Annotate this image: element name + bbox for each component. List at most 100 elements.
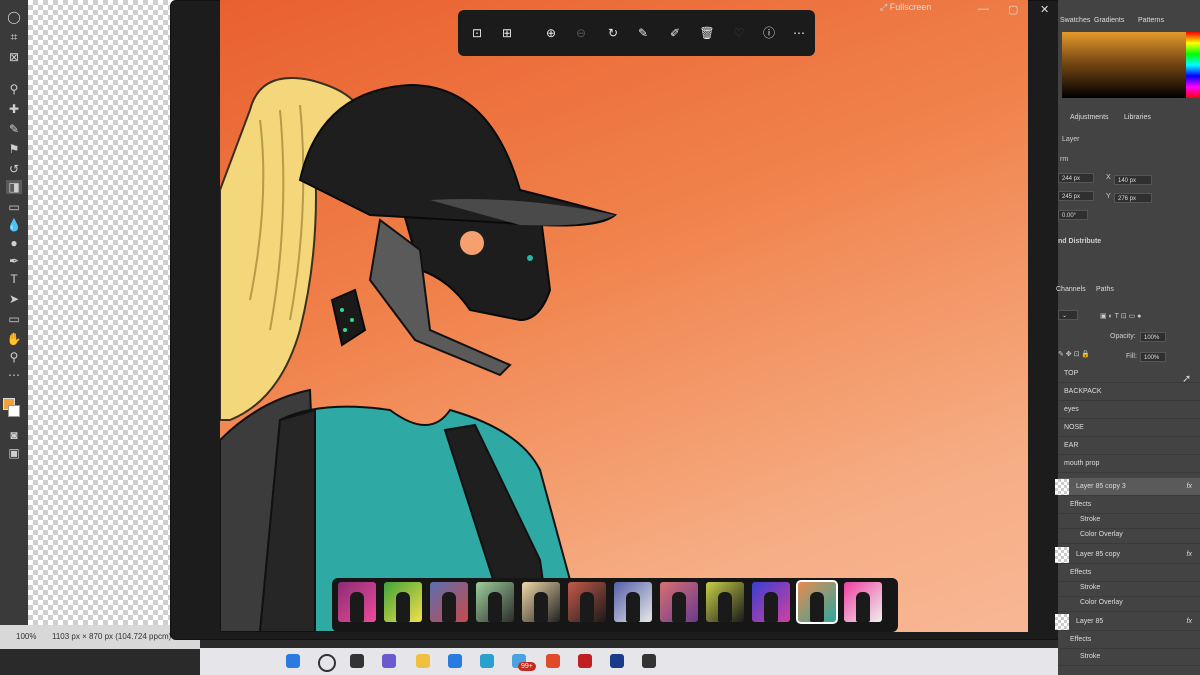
layer-row[interactable]: TOP [1058, 365, 1200, 383]
filmstrip-thumbnail[interactable] [706, 582, 744, 622]
layer-row[interactable]: Layer 85 copy 3 fx [1058, 478, 1200, 496]
edit-icon[interactable]: ✎ [634, 24, 652, 42]
filmstrip-thumbnail[interactable] [660, 582, 698, 622]
path-select-icon[interactable]: ➤ [6, 292, 22, 306]
photoshop-app-icon[interactable] [610, 654, 624, 668]
blur-tool-icon[interactable]: 💧 [6, 218, 22, 232]
width-field[interactable]: 244 px [1058, 173, 1094, 183]
tab-patterns[interactable]: Patterns [1138, 17, 1164, 24]
app-icon[interactable] [578, 654, 592, 668]
eraser-tool-icon[interactable]: ◨ [6, 180, 22, 194]
layer-row[interactable]: Layer 85 fx [1058, 613, 1200, 631]
eyedropper-tool-icon[interactable]: ⚲ [6, 82, 22, 96]
y-field[interactable]: 276 px [1114, 193, 1152, 203]
x-field[interactable]: 140 px [1114, 175, 1152, 185]
layer-name: EAR [1064, 442, 1079, 449]
opacity-label: Opacity: [1110, 333, 1136, 340]
layer-row[interactable]: BACKPACK [1058, 383, 1200, 401]
layer-row[interactable]: EAR [1058, 437, 1200, 455]
filmstrip-thumbnail[interactable] [796, 580, 838, 624]
tab-channels[interactable]: Channels [1056, 286, 1086, 293]
tab-paths[interactable]: Paths [1096, 286, 1114, 293]
layer-row[interactable]: Layer 85 copy fx [1058, 546, 1200, 564]
layer-fx-icon[interactable]: fx [1187, 546, 1192, 564]
edge-icon[interactable] [480, 654, 494, 668]
delete-icon[interactable]: 🗑 [698, 24, 716, 42]
thumbnail-figure [488, 592, 502, 622]
maximize-button[interactable]: ▢ [1008, 3, 1018, 16]
layer-row[interactable]: Effects [1058, 631, 1200, 649]
info-icon[interactable]: ⓘ [760, 24, 778, 42]
more-tools-icon[interactable]: ⋯ [6, 368, 22, 382]
angle-field[interactable]: 0.00° [1058, 210, 1088, 220]
layer-filter-icons[interactable]: ▣ ◐ T ⊡ ▭ ● [1100, 312, 1141, 320]
background-color-swatch[interactable] [8, 405, 20, 417]
fullscreen-icon[interactable]: ⤢ [880, 2, 887, 12]
layer-row[interactable]: Color Overlay [1058, 594, 1200, 612]
history-brush-icon[interactable]: ↺ [6, 162, 22, 176]
draw-icon[interactable]: ✐ [666, 24, 684, 42]
crop-tool-icon[interactable]: ⌗ [6, 30, 22, 44]
hand-tool-icon[interactable]: ✋ [6, 332, 22, 346]
tab-swatches[interactable]: Swatches [1060, 17, 1090, 24]
brush-tool-icon[interactable]: ✎ [6, 122, 22, 136]
filmstrip-thumbnail[interactable] [844, 582, 882, 622]
zoom-tool-icon[interactable]: ⚲ [6, 350, 22, 364]
close-button[interactable]: ✕ [1040, 3, 1049, 16]
layer-row[interactable]: NOSE [1058, 419, 1200, 437]
layer-row[interactable]: Color Overlay [1058, 526, 1200, 544]
tab-libraries[interactable]: Libraries [1124, 114, 1151, 121]
start-icon[interactable] [286, 654, 300, 668]
type-tool-icon[interactable]: T [6, 272, 22, 286]
favorite-icon[interactable]: ♡ [730, 24, 748, 42]
quick-mask-icon[interactable]: ◙ [6, 428, 22, 442]
color-picker-field[interactable] [1062, 32, 1186, 98]
height-field[interactable]: 245 px [1058, 191, 1094, 201]
dodge-tool-icon[interactable]: ● [6, 236, 22, 250]
tab-gradients[interactable]: Gradients [1094, 17, 1124, 24]
lasso-tool-icon[interactable]: ◯ [6, 10, 22, 24]
thumbnail-figure [626, 592, 640, 622]
gradient-tool-icon[interactable]: ▭ [6, 200, 22, 214]
search-icon[interactable] [318, 654, 336, 672]
rotate-icon[interactable]: ↻ [604, 24, 622, 42]
office-icon[interactable] [546, 654, 560, 668]
screen-mode-icon[interactable]: ▣ [6, 446, 22, 460]
fill-field[interactable]: 100% [1140, 352, 1166, 362]
filmstrip-thumbnail[interactable] [614, 582, 652, 622]
layer-row[interactable]: eyes [1058, 401, 1200, 419]
stamp-tool-icon[interactable]: ⚑ [6, 142, 22, 156]
minimize-button[interactable]: — [978, 3, 989, 15]
task-view-icon[interactable] [350, 654, 364, 668]
view-icon[interactable]: ⊡ [468, 24, 486, 42]
healing-tool-icon[interactable]: ✚ [6, 102, 22, 116]
filmstrip-thumbnail[interactable] [338, 582, 376, 622]
opacity-field[interactable]: 100% [1140, 332, 1166, 342]
filmstrip-thumbnail[interactable] [430, 582, 468, 622]
filmstrip-thumbnail[interactable] [476, 582, 514, 622]
frame-tool-icon[interactable]: ⊠ [6, 50, 22, 64]
zoom-in-icon[interactable]: ⊕ [542, 24, 560, 42]
crop-adjust-icon[interactable]: ⊞ [498, 24, 516, 42]
terminal-icon[interactable] [642, 654, 656, 668]
filmstrip-thumbnail[interactable] [568, 582, 606, 622]
rectangle-tool-icon[interactable]: ▭ [6, 312, 22, 326]
filmstrip-thumbnail[interactable] [384, 582, 422, 622]
chat-icon[interactable] [382, 654, 396, 668]
zoom-level[interactable]: 100% [16, 625, 36, 649]
layer-filter-select[interactable]: ⌄ [1058, 310, 1078, 320]
layer-fx-icon[interactable]: fx [1187, 478, 1192, 496]
file-explorer-icon[interactable] [416, 654, 430, 668]
layer-row[interactable]: Stroke [1058, 648, 1200, 666]
more-icon[interactable]: ⋯ [790, 24, 808, 42]
hue-slider[interactable] [1186, 32, 1200, 98]
zoom-out-icon[interactable]: ⊖ [572, 24, 590, 42]
store-icon[interactable] [448, 654, 462, 668]
filmstrip-thumbnail[interactable] [752, 582, 790, 622]
layer-row[interactable]: mouth prop [1058, 455, 1200, 473]
lock-icons[interactable]: ✎ ✥ ⊡ 🔒 [1058, 350, 1090, 358]
pen-tool-icon[interactable]: ✒ [6, 254, 22, 268]
layer-fx-icon[interactable]: fx [1187, 613, 1192, 631]
tab-adjustments[interactable]: Adjustments [1070, 114, 1109, 121]
filmstrip-thumbnail[interactable] [522, 582, 560, 622]
